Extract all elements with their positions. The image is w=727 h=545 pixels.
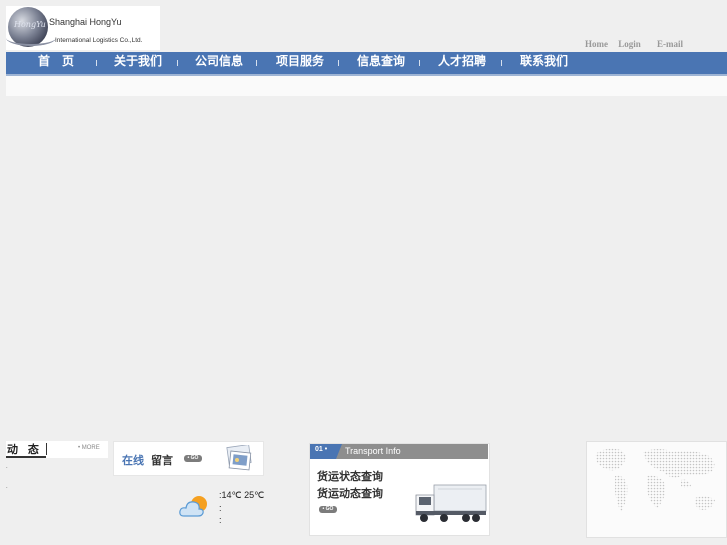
truck-icon bbox=[415, 484, 487, 522]
photo-stack-icon bbox=[226, 445, 252, 471]
transport-header-number: 01 • bbox=[315, 446, 328, 453]
login-link[interactable]: Login bbox=[618, 39, 641, 49]
nav-services[interactable]: 项目服务 bbox=[276, 52, 324, 74]
cargo-status-query-link[interactable]: 货运状态查询 bbox=[317, 468, 383, 484]
news-item[interactable]: . bbox=[6, 464, 8, 470]
transport-info-panel: 01 • Transport Info 货运状态查询 货运动态查询 • GO bbox=[309, 443, 490, 536]
weather-temperature: :14℃ 25℃ bbox=[219, 490, 265, 500]
nav-divider bbox=[177, 60, 178, 66]
cloud-sun-icon bbox=[179, 496, 207, 517]
nav-contact[interactable]: 联系我们 bbox=[520, 52, 568, 74]
news-underline bbox=[6, 456, 46, 458]
online-message-box[interactable]: 在线 留言 • GO bbox=[113, 441, 264, 476]
email-link[interactable]: E-mail bbox=[657, 39, 683, 49]
news-header: 动 态 • MORE bbox=[6, 441, 108, 458]
world-map-icon bbox=[595, 448, 715, 512]
cargo-tracking-query-link[interactable]: 货运动态查询 bbox=[317, 485, 383, 501]
logo-company-name: Shanghai HongYu bbox=[49, 17, 122, 27]
news-item[interactable]: . bbox=[6, 484, 8, 490]
online-message-go-button[interactable]: • GO bbox=[184, 455, 202, 462]
online-message-label-2: 留言 bbox=[151, 454, 173, 467]
nav-divider bbox=[338, 60, 339, 66]
transport-go-button[interactable]: • GO bbox=[319, 506, 337, 513]
nav-divider bbox=[419, 60, 420, 66]
top-links: Home Login E-mail bbox=[577, 39, 683, 49]
transport-header-title: Transport Info bbox=[345, 446, 401, 456]
nav-home[interactable]: 首 页 bbox=[38, 52, 74, 74]
nav-company-info[interactable]: 公司信息 bbox=[195, 52, 243, 74]
news-more-link[interactable]: • MORE bbox=[78, 445, 100, 451]
nav-careers[interactable]: 人才招聘 bbox=[438, 52, 486, 74]
news-divider bbox=[46, 443, 47, 455]
nav-divider bbox=[501, 60, 502, 66]
logo-script-mark: HongYu bbox=[14, 20, 46, 29]
nav-divider bbox=[256, 60, 257, 66]
sub-bar bbox=[6, 76, 727, 96]
logo-swoosh bbox=[6, 30, 56, 46]
weather-line: : bbox=[219, 503, 222, 513]
weather-line: : bbox=[219, 515, 222, 525]
company-logo[interactable]: HongYu Shanghai HongYu International Log… bbox=[6, 6, 160, 50]
world-map bbox=[586, 441, 727, 538]
nav-about[interactable]: 关于我们 bbox=[114, 52, 162, 74]
online-message-label-1: 在线 bbox=[122, 454, 144, 467]
home-link[interactable]: Home bbox=[585, 39, 608, 49]
nav-divider bbox=[96, 60, 97, 66]
news-title: 动 态 bbox=[7, 443, 42, 456]
main-nav: 首 页 关于我们 公司信息 项目服务 信息查询 人才招聘 联系我们 bbox=[6, 52, 727, 74]
logo-company-subtitle: International Logistics Co.,Ltd. bbox=[55, 37, 143, 44]
nav-info-query[interactable]: 信息查询 bbox=[357, 52, 405, 74]
